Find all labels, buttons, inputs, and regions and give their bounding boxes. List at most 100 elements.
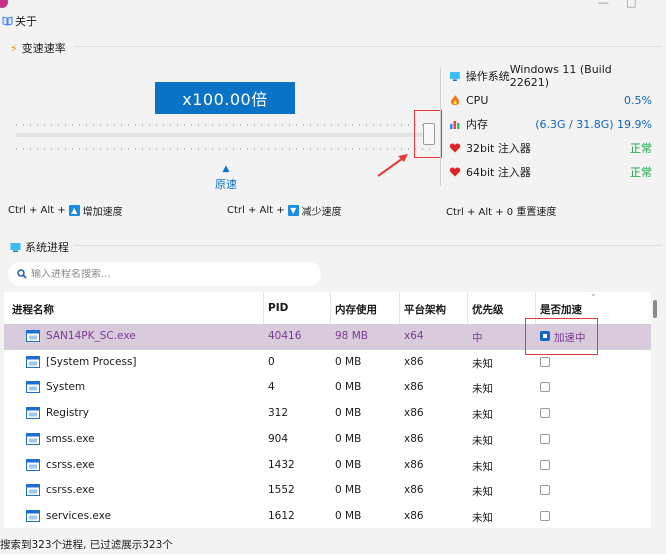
- bar-chart-icon: [450, 121, 460, 129]
- column-header-memory[interactable]: 内存使用: [335, 302, 377, 317]
- process-window-icon: [26, 407, 40, 420]
- sys-info-value: Windows 11 (Build 22621): [509, 63, 612, 89]
- cell-memory: 0 MB: [335, 432, 362, 445]
- process-window-icon: [26, 484, 40, 497]
- cell-arch: x86: [404, 407, 424, 420]
- sys-info-label: 操作系统: [465, 70, 510, 83]
- cell-process-name: csrss.exe: [46, 484, 95, 497]
- cell-arch: x86: [404, 355, 424, 368]
- table-scrollbar[interactable]: [652, 292, 662, 528]
- up-arrow-icon: ▲: [68, 205, 80, 216]
- highlight-box-slider: [414, 110, 442, 158]
- speed-slider-track[interactable]: [16, 133, 431, 137]
- default-speed-label[interactable]: 原速: [213, 176, 239, 192]
- cell-pid: 312: [268, 407, 289, 420]
- cell-process-name: [System Process]: [46, 355, 137, 368]
- cell-priority: 未知: [472, 357, 493, 370]
- cell-arch: x86: [404, 458, 424, 471]
- sys-info-value: 正常: [630, 166, 652, 179]
- cell-priority: 未知: [472, 511, 493, 524]
- cell-pid: 1552: [268, 484, 295, 497]
- column-header-accelerated[interactable]: 是否加速: [540, 302, 582, 317]
- lightning-icon: ⚡: [10, 41, 18, 55]
- sys-info-value: 0.5%: [624, 93, 652, 107]
- cell-priority: 未知: [472, 486, 493, 499]
- sys-info-os: 操作系统 Windows 11 (Build 22621): [449, 63, 652, 89]
- cell-memory: 0 MB: [335, 381, 362, 394]
- monitor-icon: [10, 243, 21, 252]
- accelerate-checkbox[interactable]: [540, 382, 550, 393]
- shortcut-label: Ctrl + Alt + 0 重置速度: [446, 207, 557, 218]
- speed-display: x100.00倍: [155, 82, 295, 114]
- sys-info-label: CPU: [466, 93, 489, 107]
- sys-info-label: 32bit 注入器: [466, 142, 531, 155]
- shortcut-increase: Ctrl + Alt + ▲ 增加速度: [8, 203, 123, 218]
- cell-arch: x86: [404, 432, 424, 445]
- column-header-arch[interactable]: 平台架构: [404, 302, 446, 317]
- table-row[interactable]: System 4 0 MB x86 未知: [4, 375, 651, 401]
- cell-pid: 904: [268, 432, 289, 445]
- process-window-icon: [26, 458, 40, 471]
- shortcut-decrease: Ctrl + Alt + ▼ 减少速度: [227, 203, 342, 218]
- table-row[interactable]: csrss.exe 1432 0 MB x86 未知: [4, 453, 651, 479]
- sys-info-injector-32: 32bit 注入器 正常: [449, 140, 652, 156]
- cell-memory: 0 MB: [335, 458, 362, 471]
- column-header-priority[interactable]: 优先级: [472, 302, 504, 317]
- cell-process-name: SAN14PK_SC.exe: [46, 330, 136, 342]
- cell-priority: 未知: [472, 460, 493, 473]
- cell-priority: 中: [472, 332, 483, 344]
- table-row[interactable]: Registry 312 0 MB x86 未知: [4, 401, 651, 427]
- sort-chevron-icon: ⌄: [590, 292, 597, 298]
- shortcut-prefix: Ctrl + Alt +: [227, 205, 285, 216]
- process-window-icon: [26, 509, 40, 522]
- cell-process-name: System: [46, 381, 86, 394]
- accelerate-checkbox[interactable]: [540, 408, 550, 419]
- accelerate-checkbox[interactable]: [540, 485, 550, 496]
- shortcut-prefix: Ctrl + Alt +: [8, 205, 66, 216]
- cell-memory: 0 MB: [335, 484, 362, 497]
- cell-arch: x86: [404, 381, 424, 394]
- cell-memory: 0 MB: [335, 355, 362, 368]
- minimize-icon[interactable]: —: [598, 0, 609, 9]
- column-header-name[interactable]: 进程名称: [12, 302, 54, 317]
- sys-info-value: (6.3G / 31.8G) 19.9%: [535, 117, 652, 131]
- speed-section-label: 变速速率: [21, 42, 66, 55]
- cell-memory: 0 MB: [335, 509, 362, 522]
- cell-memory: 98 MB: [335, 330, 368, 342]
- cell-pid: 40416: [268, 330, 302, 342]
- process-section-title: 系统进程: [10, 239, 69, 255]
- search-input[interactable]: [31, 268, 301, 280]
- accelerate-checkbox[interactable]: [540, 459, 550, 470]
- cell-arch: x86: [404, 509, 424, 522]
- table-row[interactable]: services.exe 1612 0 MB x86 未知: [4, 504, 651, 528]
- cell-arch: x64: [404, 330, 424, 342]
- sys-info-cpu: CPU 0.5%: [449, 92, 652, 108]
- menu-about[interactable]: 关于: [2, 13, 37, 29]
- default-speed-marker-icon: ▲: [222, 164, 230, 174]
- shortcut-label: 减少速度: [301, 207, 342, 218]
- divider: [74, 245, 662, 246]
- accelerate-checkbox[interactable]: [540, 510, 550, 521]
- accelerate-checkbox[interactable]: [540, 433, 550, 444]
- process-window-icon: [26, 432, 40, 445]
- cell-pid: 1432: [268, 458, 295, 471]
- sys-info-value: 正常: [630, 142, 652, 155]
- slider-ticks-top: [16, 124, 431, 126]
- cell-priority: 未知: [472, 434, 493, 447]
- status-bar: 搜索到323个进程, 已过滤展示323个: [0, 538, 173, 551]
- scrollbar-thumb[interactable]: [653, 300, 657, 318]
- cell-priority: 未知: [472, 409, 493, 422]
- maximize-icon[interactable]: □: [626, 0, 636, 9]
- table-row[interactable]: smss.exe 904 0 MB x86 未知: [4, 427, 651, 453]
- table-row[interactable]: csrss.exe 1552 0 MB x86 未知: [4, 478, 651, 504]
- search-bar[interactable]: [8, 262, 321, 286]
- divider: [74, 46, 662, 47]
- menu-bar: 关于: [0, 10, 666, 32]
- accelerate-checkbox[interactable]: [540, 356, 550, 367]
- search-icon: [17, 269, 27, 279]
- app-logo-icon: [0, 0, 8, 8]
- cell-pid: 0: [268, 355, 275, 368]
- sys-info-label: 64bit 注入器: [466, 166, 531, 179]
- column-header-pid[interactable]: PID: [268, 302, 288, 314]
- flame-icon: [451, 95, 459, 105]
